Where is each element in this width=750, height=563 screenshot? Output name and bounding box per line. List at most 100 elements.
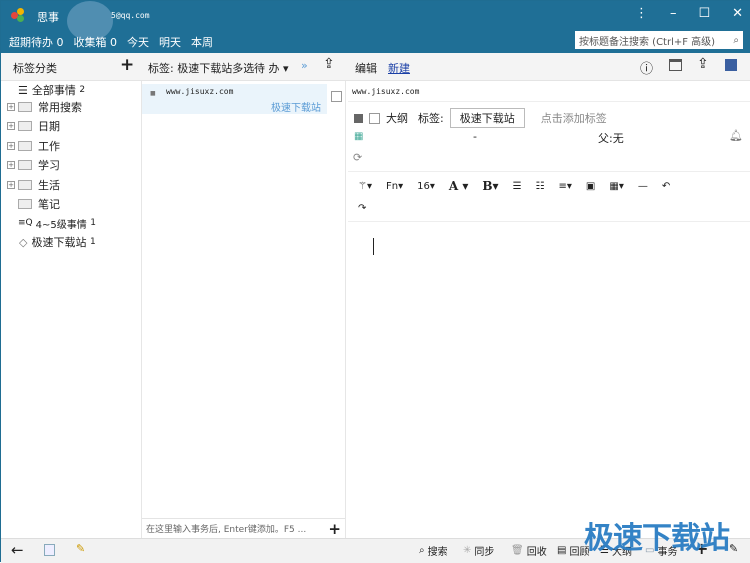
expand-icon[interactable]: + [7, 103, 15, 111]
new-link[interactable]: 新建 [388, 60, 410, 76]
redo-icon[interactable]: ↷ [358, 203, 366, 214]
sidebar-item-saved-search[interactable]: + 常用搜索 [1, 98, 82, 116]
quick-add-input[interactable]: 在这里输入事务后, Enter键添加。F5 ... + [142, 518, 345, 538]
item-label: 全部事情 [31, 84, 76, 97]
align-icon[interactable]: ≡▾ [559, 181, 572, 192]
numbered-list-icon[interactable]: ☷ [536, 181, 545, 192]
item-count: 1 [89, 237, 96, 247]
window-icon[interactable] [669, 59, 682, 71]
sidebar-item-study[interactable]: + 学习 [1, 156, 60, 174]
nav-overdue[interactable]: 超期待办 0 [9, 34, 64, 50]
font-size-dropdown[interactable]: 16▾ [417, 181, 435, 192]
nav-tomorrow[interactable]: 明天 [159, 34, 181, 50]
list-item[interactable]: ■ www.jisuxz.com 极速下载站 [142, 84, 327, 114]
tag-chip[interactable]: 极速下载站 [449, 108, 525, 128]
table-icon[interactable]: ▦▾ [609, 181, 623, 192]
item-label: 极速下载站 [31, 236, 87, 249]
expand-icon[interactable]: + [7, 142, 15, 150]
search-button[interactable]: ⌕ 搜索 [419, 543, 448, 558]
task-list: ■ www.jisuxz.com 极速下载站 在这里输入事务后, Enter键添… [141, 81, 346, 538]
status-filter-dropdown[interactable]: 待 办 ▾ [254, 60, 289, 76]
nav-inbox[interactable]: 收集箱 0 [74, 34, 118, 50]
expand-icon[interactable]: + [7, 161, 15, 169]
item-label: 学习 [38, 159, 60, 172]
search-icon[interactable]: ⌕ [733, 35, 739, 46]
close-button[interactable]: ✕ [732, 6, 743, 21]
font-color-dropdown[interactable]: A ▾ [449, 179, 469, 193]
search-placeholder: 按标题备注搜索 (Ctrl+F 高级) [579, 36, 716, 48]
font-dropdown[interactable]: Fn▾ [386, 181, 403, 192]
nav-today[interactable]: 今天 [127, 34, 149, 50]
item-label: 日期 [38, 120, 60, 133]
recycle-button[interactable]: 🗑︎ 回收 [511, 543, 547, 558]
account-email: 5@qq.com [111, 11, 150, 20]
reminder-bell-icon[interactable]: 🔔︎ [729, 129, 743, 142]
sidebar-item-jisuxz[interactable]: ◇ 极速下载站 1 [1, 233, 96, 251]
note-editor[interactable] [348, 222, 750, 538]
horizontal-rule-icon[interactable]: — [638, 181, 648, 192]
sidebar-item-level[interactable]: ≡Q 4~5级事情 1 [1, 214, 96, 232]
sidebar-item-notes[interactable]: 笔记 [1, 195, 60, 213]
compose-icon[interactable]: ✎ [729, 542, 738, 555]
item-label: 常用搜索 [38, 101, 82, 114]
item-checkbox[interactable] [331, 91, 342, 102]
undo-icon[interactable]: ↶ [662, 181, 670, 192]
bold-dropdown[interactable]: B▾ [482, 179, 498, 193]
title-bar: 思事 5@qq.com ⋮ – ☐ ✕ 超期待办 0 收集箱 0 今天 明天 本… [1, 1, 750, 53]
app-logo-icon [11, 8, 25, 22]
expand-icon[interactable]: » [301, 59, 308, 72]
item-count: 1 [90, 218, 96, 228]
bullet-list-icon[interactable]: ☰ [513, 181, 522, 192]
filter-label: 待 办 [254, 62, 280, 75]
parent-field[interactable]: 父:无 [598, 130, 624, 146]
list-header: 标签: 极速下载站多选 [148, 62, 255, 75]
sidebar-item-date[interactable]: + 日期 [1, 117, 60, 135]
expand-icon[interactable]: + [7, 122, 15, 130]
color-label: A [448, 179, 459, 193]
sidebar-item-work[interactable]: + 工作 [1, 137, 60, 155]
search-input[interactable]: 按标题备注搜索 (Ctrl+F 高级) ⌕ [575, 31, 743, 49]
calendar-icon[interactable]: ▦ [354, 131, 363, 142]
task-title-field[interactable]: www.jisuxz.com [352, 87, 419, 96]
tag-icon: ◇ [19, 235, 28, 249]
edit-tab[interactable]: 编辑 [355, 60, 377, 76]
back-arrow-icon[interactable]: ← [11, 541, 24, 559]
nav-week[interactable]: 本周 [191, 34, 213, 50]
app-name: 思事 [37, 11, 59, 24]
filter-search-icon: ≡Q [18, 218, 33, 228]
add-tag-button[interactable]: + [120, 55, 134, 75]
date-field[interactable]: - [473, 130, 477, 143]
export-icon[interactable]: ⇪ [323, 56, 335, 72]
sidebar-item-life[interactable]: + 生活 [1, 176, 60, 194]
calendar-icon[interactable] [44, 544, 55, 556]
minimize-button[interactable]: – [670, 6, 677, 21]
folder-icon [18, 160, 32, 170]
image-icon[interactable]: ▣ [586, 181, 595, 192]
add-tag-link[interactable]: 点击添加标签 [541, 110, 607, 126]
maximize-button[interactable]: ☐ [698, 6, 710, 21]
nav-label: 超期待办 [9, 36, 53, 49]
folder-icon [18, 180, 32, 190]
toolbar: 标签分类 + 标签: 极速下载站多选 待 办 ▾ » ⇪ 编辑 新建 ⓘ ⇪ [1, 53, 750, 81]
priority-icon[interactable] [354, 113, 363, 123]
outline-checkbox[interactable] [369, 112, 380, 124]
tag-label: 标签: [418, 112, 444, 125]
quick-add-button[interactable]: + [328, 520, 341, 538]
sidebar-header: 标签分类 [13, 62, 57, 75]
sidebar-item-all[interactable]: ☰ 全部事情 2 [1, 81, 85, 99]
sync-label: 同步 [474, 547, 495, 558]
item-title: www.jisuxz.com [166, 87, 234, 96]
share-icon[interactable]: ⇪ [697, 56, 709, 72]
magic-wand-icon[interactable]: ⚚▾ [358, 181, 372, 192]
info-icon[interactable]: ⓘ [640, 58, 653, 77]
bold-label: B [482, 179, 493, 193]
sync-button[interactable]: ✳ 同步 [463, 543, 494, 558]
expand-icon[interactable]: + [7, 181, 15, 189]
search-label: 搜索 [427, 547, 448, 558]
save-icon[interactable] [725, 59, 737, 71]
nav-count: 0 [110, 36, 117, 49]
edit-note-icon[interactable]: ✎ [76, 542, 85, 555]
repeat-icon[interactable]: ⟳ [353, 151, 362, 164]
item-tag: 极速下载站 [271, 103, 321, 114]
more-menu-icon[interactable]: ⋮ [635, 6, 648, 21]
